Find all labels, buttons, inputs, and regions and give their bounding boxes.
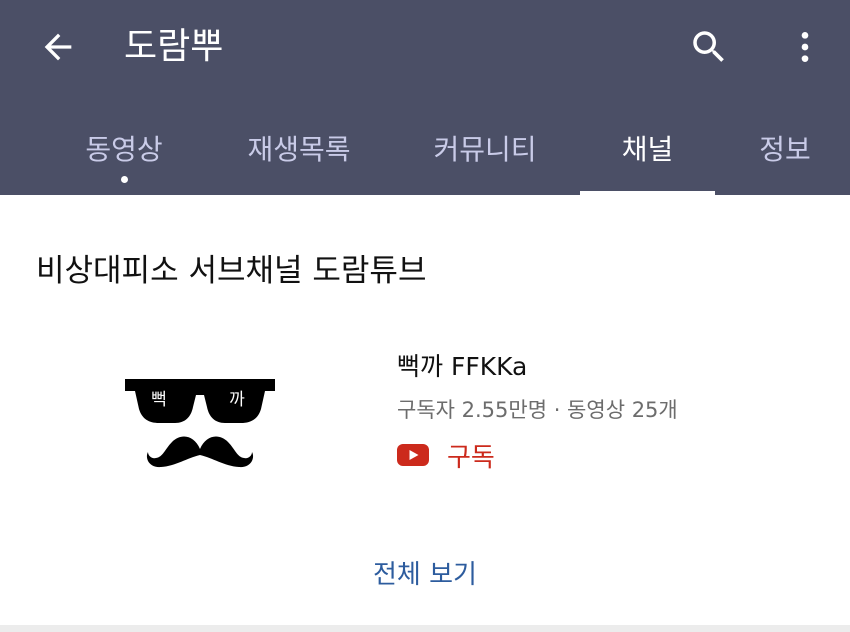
tab-videos[interactable]: 동영상 xyxy=(64,112,184,195)
subscribe-button[interactable]: 구독 xyxy=(397,435,495,475)
more-options-button[interactable] xyxy=(780,20,830,74)
tab-bar: 동영상 재생목록 커뮤니티 채널 정보 xyxy=(0,112,850,195)
arrow-left-icon xyxy=(44,33,72,61)
search-icon xyxy=(693,31,724,62)
tab-channels[interactable]: 채널 xyxy=(580,112,715,195)
tab-playlists[interactable]: 재생목록 xyxy=(234,112,364,195)
channel-title: 도람뿌 xyxy=(124,26,224,67)
more-vert-icon xyxy=(801,32,809,62)
featured-channels-section: 비상대피소 서브채널 도람튜브 뻑 까 뻑까 FFKKa 구독자 2.55만명 … xyxy=(0,195,850,625)
view-all-button[interactable]: 전체 보기 xyxy=(350,553,500,597)
tab-label: 채널 xyxy=(621,133,674,166)
youtube-icon xyxy=(397,444,429,466)
tab-community[interactable]: 커뮤니티 xyxy=(420,112,550,195)
avatar-text-right: 까 xyxy=(229,390,245,410)
channel-name[interactable]: 뻑까 FFKKa xyxy=(397,347,527,383)
channel-avatar[interactable]: 뻑 까 xyxy=(115,345,290,495)
top-bar: 도람뿌 xyxy=(0,0,850,95)
tab-label: 동영상 xyxy=(85,133,163,166)
section-divider xyxy=(0,625,850,632)
app-bar: 도람뿌 동영상 재생목록 커뮤니티 채널 정보 xyxy=(0,0,850,195)
channel-stats: 구독자 2.55만명 · 동영상 25개 xyxy=(397,398,678,422)
avatar-text-left: 뻑 xyxy=(151,390,167,410)
search-button[interactable] xyxy=(682,20,736,74)
back-button[interactable] xyxy=(30,22,86,72)
tab-label: 재생목록 xyxy=(247,133,351,166)
section-title: 비상대피소 서브채널 도람튜브 xyxy=(36,253,427,289)
sunglasses-mustache-logo: 뻑 까 xyxy=(125,379,275,468)
tab-label: 정보 xyxy=(759,133,811,166)
subscribe-label: 구독 xyxy=(447,442,495,473)
tab-about[interactable]: 정보 xyxy=(740,112,830,195)
tab-label: 커뮤니티 xyxy=(433,133,537,166)
new-content-dot xyxy=(120,176,128,183)
